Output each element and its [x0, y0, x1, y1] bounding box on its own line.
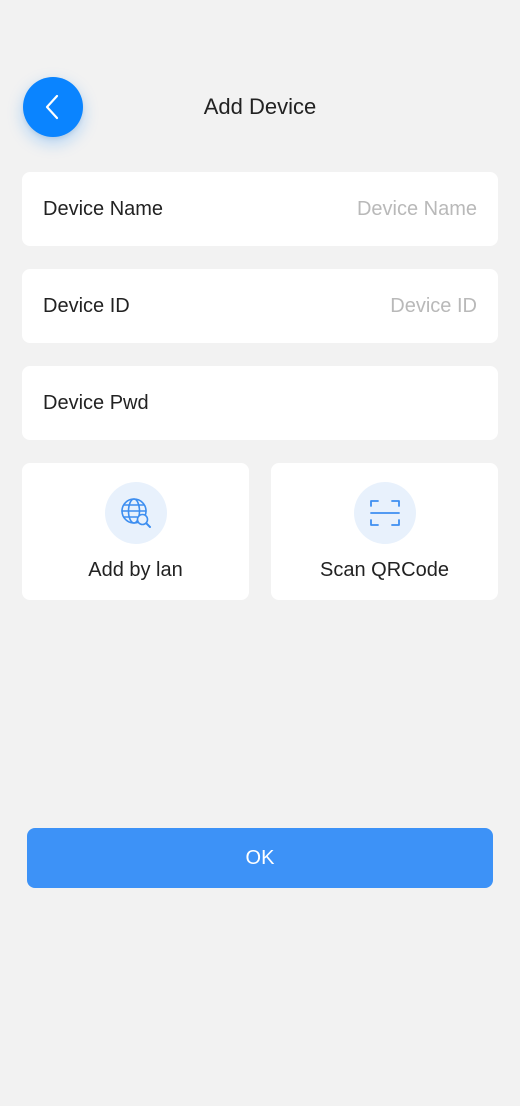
globe-search-icon	[104, 482, 167, 544]
scan-qrcode-button[interactable]: Scan QRCode	[271, 463, 498, 600]
scan-frame-icon	[353, 482, 416, 544]
device-id-row[interactable]: Device ID	[22, 269, 498, 343]
add-by-lan-label: Add by lan	[88, 559, 183, 581]
device-pwd-label: Device Pwd	[43, 391, 149, 414]
device-pwd-input[interactable]	[257, 391, 477, 415]
device-pwd-row[interactable]: Device Pwd	[22, 366, 498, 440]
add-by-lan-button[interactable]: Add by lan	[22, 463, 249, 600]
device-id-input[interactable]	[257, 294, 477, 318]
device-name-row[interactable]: Device Name	[22, 172, 498, 246]
device-id-label: Device ID	[43, 294, 130, 317]
scan-qrcode-label: Scan QRCode	[320, 559, 449, 581]
device-name-label: Device Name	[43, 197, 164, 220]
page-title: Add Device	[203, 94, 317, 119]
ok-button[interactable]: OK	[27, 828, 493, 888]
device-name-input[interactable]	[257, 197, 477, 221]
